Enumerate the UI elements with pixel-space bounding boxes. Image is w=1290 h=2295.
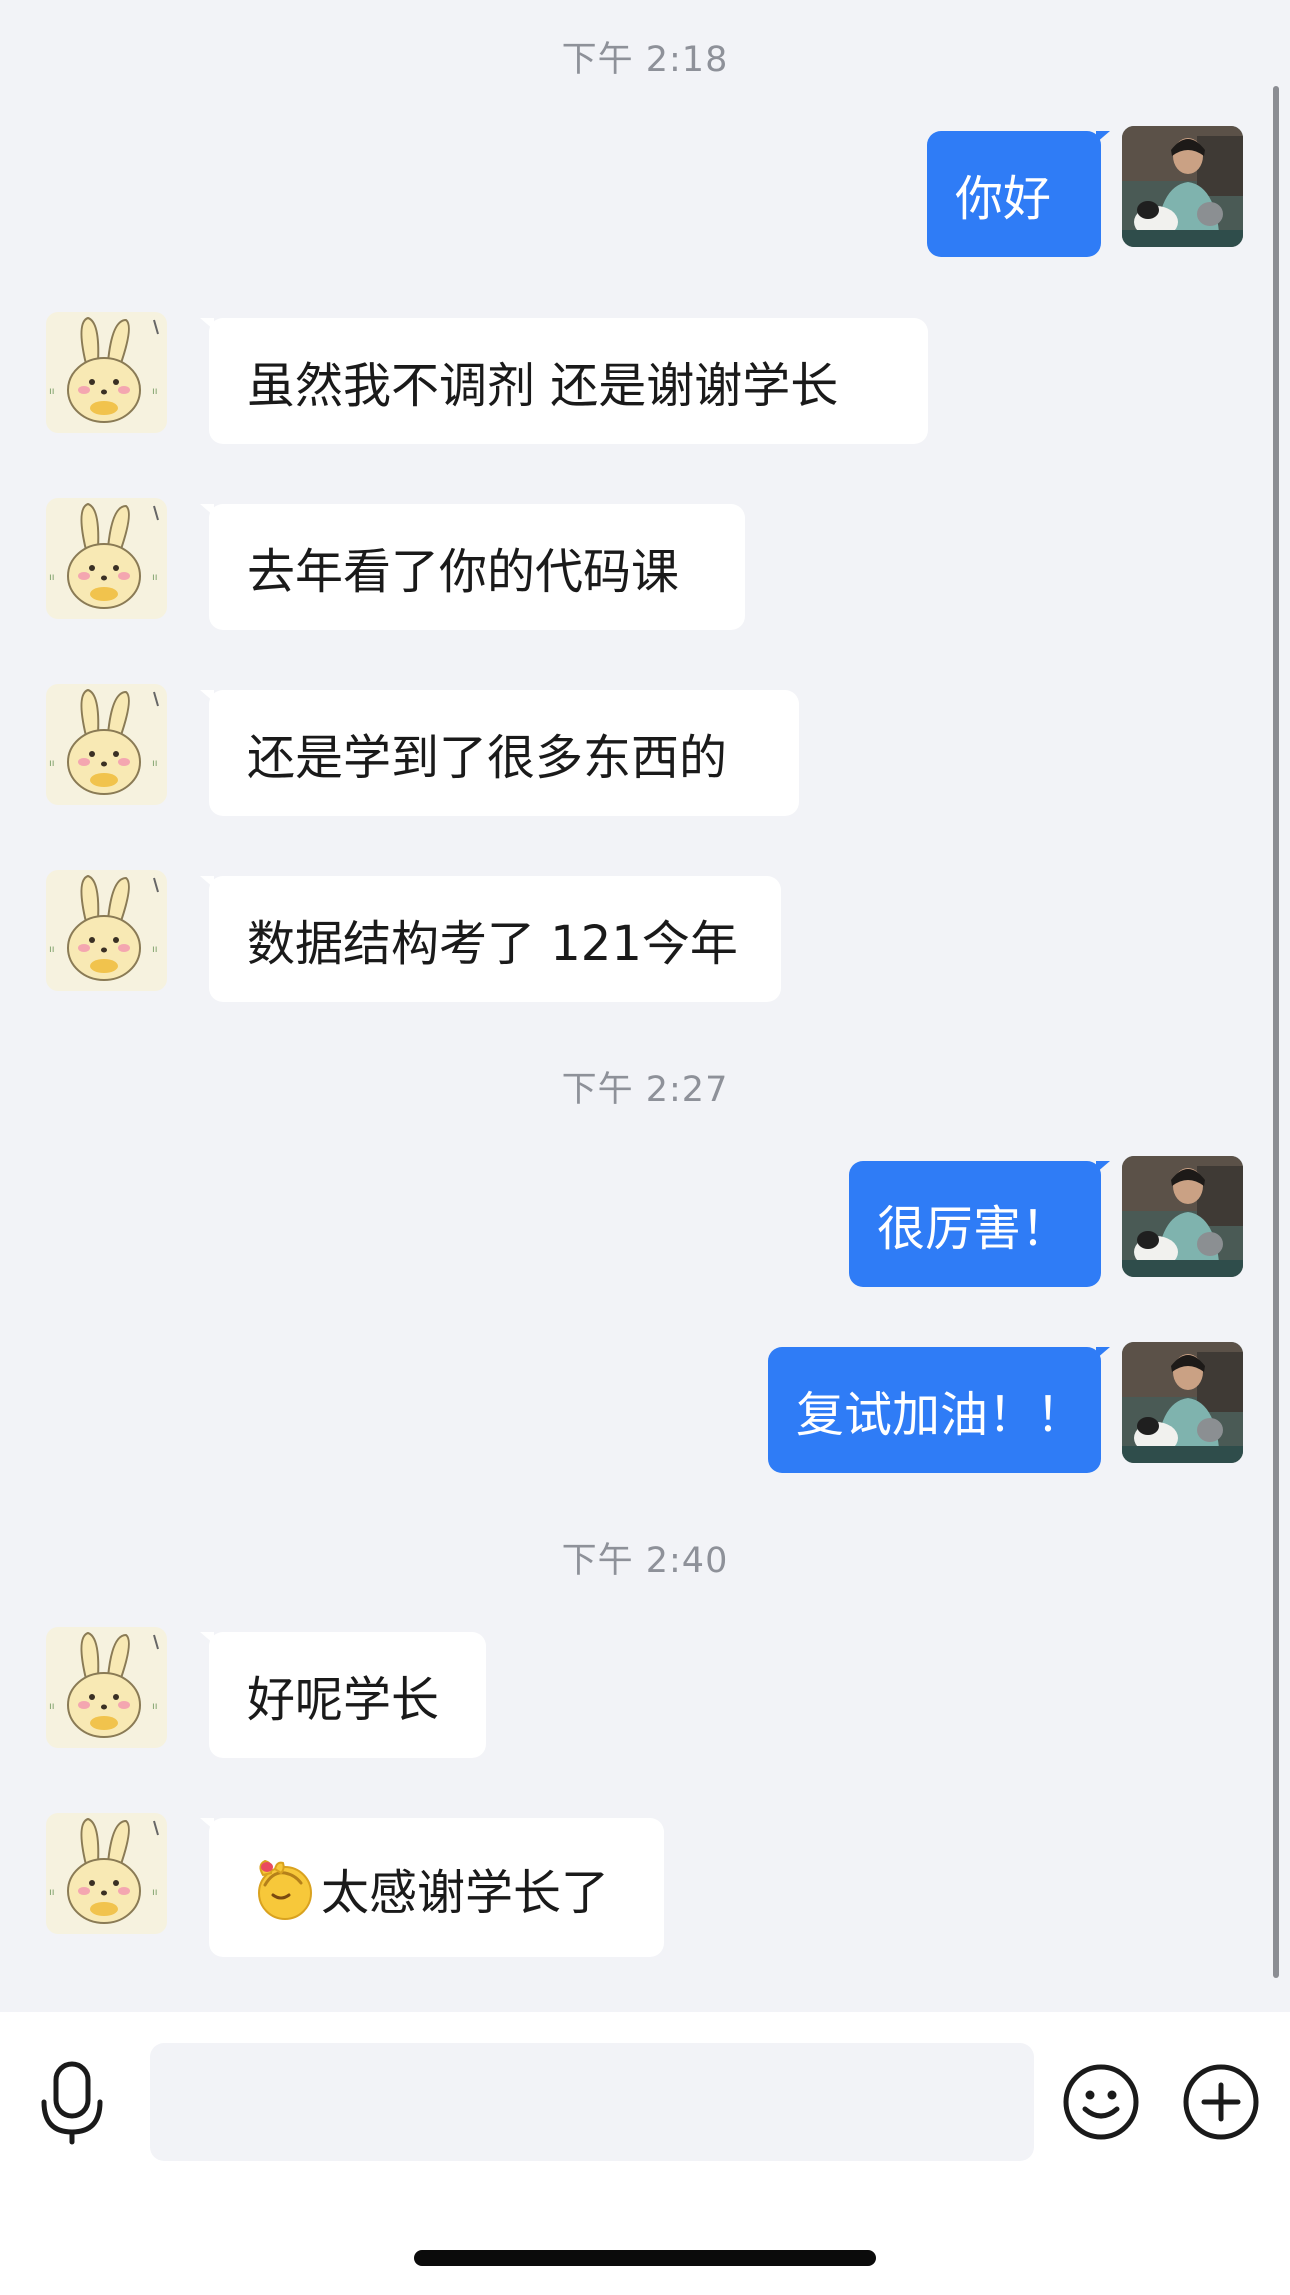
bunny-sticker-avatar[interactable]: ıı ıı [46, 498, 167, 619]
bunny-sticker-image: ıı ıı [46, 498, 167, 619]
svg-text:ıı: ıı [49, 386, 55, 397]
person-with-cat-image [1122, 1156, 1243, 1277]
bunny-sticker-image: ıı ıı [46, 312, 167, 433]
svg-text:ıı: ıı [152, 1701, 158, 1712]
message-text: 虽然我不调剂 还是谢谢学长 [247, 358, 839, 414]
outgoing-message-bubble[interactable]: 复试加油！！ [768, 1347, 1110, 1473]
svg-text:ıı: ıı [49, 572, 55, 583]
incoming-message-bubble[interactable]: 好呢学长 [200, 1632, 486, 1758]
svg-text:ıı: ıı [152, 944, 158, 955]
message-text: 好呢学长 [247, 1672, 440, 1728]
timestamp: 下午 2:40 [561, 1541, 729, 1581]
svg-text:ıı: ıı [49, 1701, 55, 1712]
bunny-sticker-image: ıı ıı [46, 870, 167, 991]
bunny-sticker-avatar[interactable]: ıı ıı [46, 870, 167, 991]
message-text: 还是学到了很多东西的 [247, 730, 728, 786]
incoming-message-bubble[interactable]: 太感谢学长了 [200, 1818, 664, 1957]
message-text: 你好 [955, 171, 1052, 227]
svg-text:ıı: ıı [152, 386, 158, 397]
incoming-message-bubble[interactable]: 虽然我不调剂 还是谢谢学长 [200, 318, 928, 444]
person-with-cat-avatar[interactable] [1122, 126, 1243, 247]
svg-text:ıı: ıı [49, 1887, 55, 1898]
svg-text:ıı: ıı [152, 758, 158, 769]
incoming-message-bubble[interactable]: 还是学到了很多东西的 [200, 690, 799, 816]
bunny-sticker-image: ıı ıı [46, 684, 167, 805]
message-text: 太感谢学长了 [321, 1864, 610, 1921]
timestamp: 下午 2:27 [561, 1070, 729, 1110]
svg-text:ıı: ıı [49, 758, 55, 769]
person-with-cat-image [1122, 126, 1243, 247]
microphone-icon[interactable] [36, 2060, 108, 2146]
bunny-sticker-image: ıı ıı [46, 1627, 167, 1748]
svg-text:ıı: ıı [152, 1887, 158, 1898]
bunny-sticker-avatar[interactable]: ıı ıı [46, 1627, 167, 1748]
home-indicator[interactable] [414, 2250, 876, 2266]
incoming-message-bubble[interactable]: 去年看了你的代码课 [200, 504, 745, 630]
outgoing-message-bubble[interactable]: 你好 [927, 131, 1110, 257]
bunny-sticker-image: ıı ıı [46, 1813, 167, 1934]
chat-scrollbar[interactable] [1273, 86, 1279, 1978]
message-text: 很厉害！ [877, 1201, 1070, 1257]
chat-area[interactable]: 下午 2:18 你好 ıı ıı 虽然我不调剂 还是谢谢学长 ıı ıı 去年看… [0, 0, 1290, 2012]
timestamp: 下午 2:18 [561, 40, 729, 80]
message-text: 数据结构考了 121今年 [247, 916, 738, 972]
person-with-cat-avatar[interactable] [1122, 1156, 1243, 1277]
bunny-sticker-avatar[interactable]: ıı ıı [46, 312, 167, 433]
bunny-sticker-avatar[interactable]: ıı ıı [46, 1813, 167, 1934]
outgoing-message-bubble[interactable]: 很厉害！ [849, 1161, 1110, 1287]
svg-text:ıı: ıı [152, 572, 158, 583]
plus-circle-icon[interactable] [1182, 2063, 1260, 2141]
incoming-message-bubble[interactable]: 数据结构考了 121今年 [200, 876, 781, 1002]
smiley-icon[interactable] [1062, 2063, 1140, 2141]
bunny-sticker-avatar[interactable]: ıı ıı [46, 684, 167, 805]
person-with-cat-avatar[interactable] [1122, 1342, 1243, 1463]
person-with-cat-image [1122, 1342, 1243, 1463]
svg-text:ıı: ıı [49, 944, 55, 955]
message-text: 复试加油！！ [796, 1387, 1085, 1443]
message-input[interactable] [150, 2043, 1034, 2161]
message-text: 去年看了你的代码课 [247, 544, 680, 600]
bow-emoji-icon [251, 1855, 317, 1921]
